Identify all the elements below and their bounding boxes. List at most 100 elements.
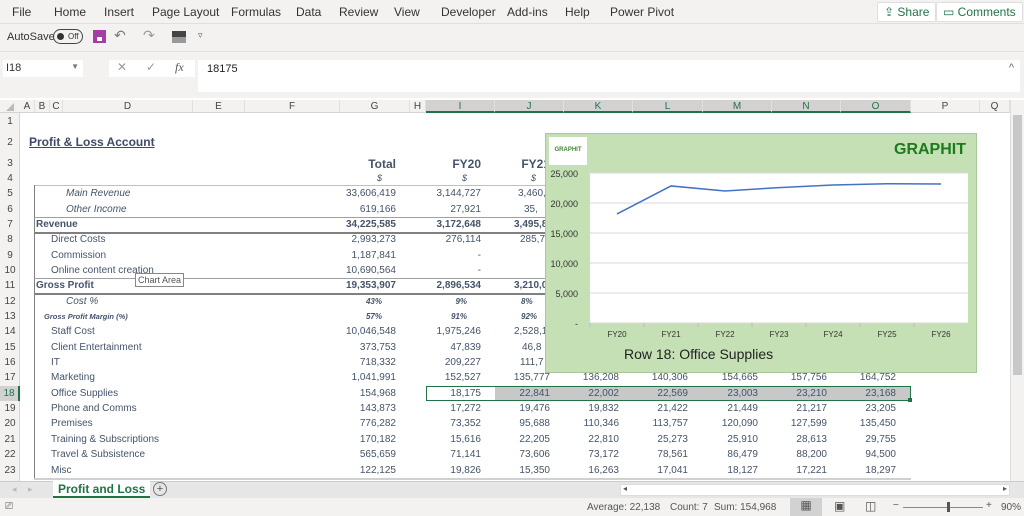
fy21-value[interactable]: 111,7 [520, 355, 544, 370]
row-header-19[interactable]: 19 [0, 401, 20, 416]
fy20-value[interactable]: 17,272 [426, 401, 481, 416]
column-header-N[interactable]: N [772, 100, 841, 113]
fy22-value[interactable]: 22,002 [564, 386, 619, 401]
row-header-15[interactable]: 15 [0, 340, 20, 355]
fy20-value[interactable]: - [426, 263, 481, 278]
menu-data[interactable]: Data [296, 5, 321, 19]
row-header-2[interactable]: 2 [0, 130, 20, 156]
fx-icon[interactable]: fx [175, 60, 184, 75]
fy20-value[interactable]: 2,896,534 [426, 278, 482, 293]
fy23-value[interactable]: 78,561 [633, 447, 688, 462]
row-label[interactable]: Office Supplies [51, 386, 118, 401]
fy21-value[interactable]: 92% [521, 309, 537, 324]
horizontal-scrollbar[interactable]: ◂ ▸ [620, 484, 1010, 496]
dropdown-icon[interactable]: ▼ [71, 62, 79, 71]
menu-developer[interactable]: Developer [441, 5, 496, 19]
column-header-K[interactable]: K [564, 100, 633, 113]
fy26-value[interactable]: 23,205 [841, 401, 896, 416]
formula-input[interactable]: 18175 ^ [198, 60, 1020, 92]
fy21-value[interactable]: 135,777 [495, 370, 550, 385]
fy25-value[interactable]: 127,599 [772, 416, 827, 431]
total-value[interactable]: 718,332 [340, 355, 396, 370]
fy21-value[interactable]: 15,350 [495, 463, 550, 478]
column-header-H[interactable]: H [410, 100, 426, 113]
column-header-M[interactable]: M [703, 100, 772, 113]
undo-icon[interactable]: ↶ [114, 27, 126, 44]
menu-page-layout[interactable]: Page Layout [152, 5, 219, 19]
total-value[interactable]: 10,690,564 [340, 263, 396, 278]
fy22-value[interactable]: 22,810 [564, 432, 619, 447]
total-value[interactable]: 143,873 [340, 401, 396, 416]
menu-home[interactable]: Home [54, 5, 86, 19]
macro-record-icon[interactable]: ⎚ [5, 501, 13, 512]
total-value[interactable]: 122,125 [340, 463, 396, 478]
cancel-icon[interactable]: ✕ [117, 60, 127, 74]
fy20-value[interactable]: 3,144,727 [426, 186, 482, 201]
column-header-D[interactable]: D [63, 100, 193, 113]
save-icon[interactable] [93, 30, 106, 43]
fy20-value[interactable]: 3,172,648 [426, 217, 482, 232]
column-header-E[interactable]: E [193, 100, 245, 113]
fy22-value[interactable]: 16,263 [564, 463, 619, 478]
next-sheet-icon[interactable]: ▸ [28, 484, 33, 495]
zoom-in-button[interactable]: + [986, 500, 992, 511]
row-header-16[interactable]: 16 [0, 355, 20, 370]
vertical-scrollbar[interactable] [1010, 100, 1024, 481]
total-value[interactable]: 34,225,585 [340, 217, 396, 232]
total-value[interactable]: 10,046,548 [340, 324, 396, 339]
total-value[interactable]: 1,041,991 [340, 370, 397, 385]
fy20-value[interactable]: 71,141 [426, 447, 481, 462]
select-all-button[interactable] [6, 103, 14, 111]
add-sheet-button[interactable]: + [153, 482, 167, 496]
chart-area[interactable]: GRAPHIT GRAPHIT -5,000 10,000 15,000 20,000… [545, 133, 977, 373]
fy20-value[interactable]: 276,114 [426, 232, 481, 247]
column-header-J[interactable]: J [495, 100, 564, 113]
normal-view-icon[interactable]: ▦ [790, 498, 822, 516]
fy21-value[interactable]: 73,606 [495, 447, 550, 462]
fy21-value[interactable]: 35, [524, 202, 538, 217]
column-header-G[interactable]: G [340, 100, 410, 113]
fy24-value[interactable]: 18,127 [703, 463, 758, 478]
fy21-value[interactable]: 8% [521, 294, 533, 309]
fy24-value[interactable]: 23,003 [703, 386, 758, 401]
fy21-value[interactable]: 19,476 [495, 401, 550, 416]
menu-power-pivot[interactable]: Power Pivot [610, 5, 674, 19]
row-header-17[interactable]: 17 [0, 370, 20, 385]
row-header-20[interactable]: 20 [0, 416, 20, 431]
total-value[interactable]: 43% [340, 294, 382, 309]
total-value[interactable]: 2,993,273 [340, 232, 397, 247]
row-header-1[interactable]: 1 [0, 113, 20, 130]
fy20-value[interactable]: - [426, 248, 481, 263]
borders-icon[interactable] [172, 31, 186, 43]
column-header-P[interactable]: P [911, 100, 980, 113]
fy26-value[interactable]: 29,755 [841, 432, 896, 447]
fy21-value[interactable]: 46,8 [522, 340, 541, 355]
page-break-view-icon[interactable]: ◫ [865, 499, 876, 513]
row-header-13[interactable]: 13 [0, 309, 20, 324]
column-header-O[interactable]: O [841, 100, 911, 113]
menu-insert[interactable]: Insert [104, 5, 134, 19]
total-value[interactable]: 19,353,907 [340, 278, 396, 293]
row-header-22[interactable]: 22 [0, 447, 20, 462]
total-value[interactable]: 776,282 [340, 416, 396, 431]
customize-qat-icon[interactable]: ▿ [198, 30, 203, 41]
total-value[interactable]: 619,166 [340, 202, 396, 217]
fy21-value[interactable]: 95,688 [495, 416, 550, 431]
zoom-slider[interactable] [903, 502, 983, 512]
row-header-3[interactable]: 3 [0, 156, 20, 171]
row-header-21[interactable]: 21 [0, 432, 20, 447]
fy20-value[interactable]: 152,527 [426, 370, 481, 385]
fy21-value[interactable]: 2,528,1 [514, 324, 547, 339]
fy23-value[interactable]: 113,757 [633, 416, 688, 431]
column-header-I[interactable]: I [426, 100, 495, 113]
fy20-value[interactable]: 209,227 [426, 355, 481, 370]
total-value[interactable]: 33,606,419 [340, 186, 396, 201]
sheet-tab-profit-and-loss[interactable]: Profit and Loss [53, 481, 151, 498]
row-header-7[interactable]: 7 [0, 217, 20, 232]
fy21-value[interactable]: 285,7 [520, 232, 545, 247]
column-header-B[interactable]: B [35, 100, 50, 113]
fy25-value[interactable]: 21,217 [772, 401, 827, 416]
fy22-value[interactable]: 110,346 [564, 416, 619, 431]
fy25-value[interactable]: 88,200 [772, 447, 827, 462]
fy23-value[interactable]: 17,041 [633, 463, 688, 478]
